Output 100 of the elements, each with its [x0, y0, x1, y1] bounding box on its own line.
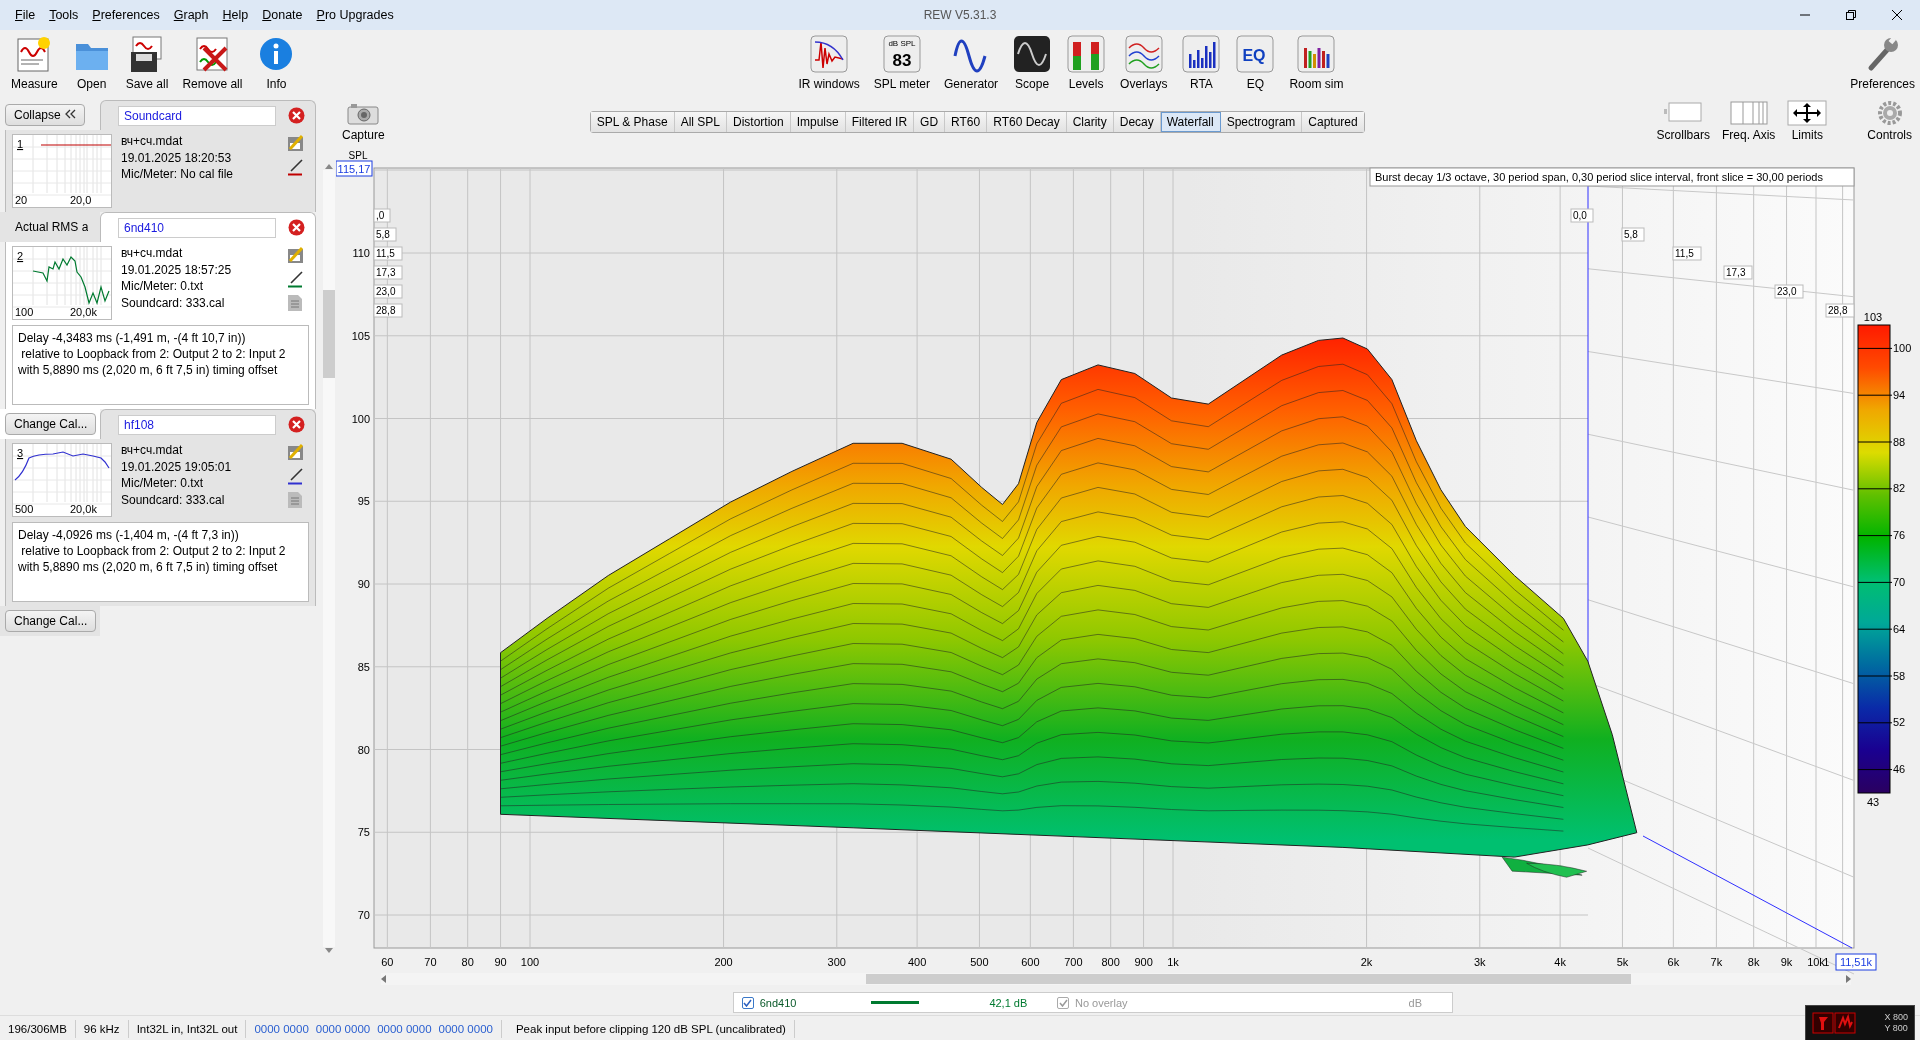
- level-readout: 0000 0000: [254, 1022, 309, 1035]
- toolbar-button[interactable]: Room sim: [1284, 34, 1349, 91]
- graph-tab[interactable]: RT60 Decay: [987, 112, 1067, 132]
- bar-chart-icon: [1296, 34, 1337, 74]
- graph-tool-button[interactable]: Freq. Axis: [1719, 100, 1778, 142]
- toolbar-button[interactable]: Open: [66, 34, 117, 91]
- checkbox[interactable]: [742, 996, 754, 1009]
- toolbar-button[interactable]: EQ EQ: [1230, 34, 1281, 91]
- axis-label: 20,0k: [70, 306, 97, 318]
- document-icon[interactable]: [287, 294, 303, 312]
- scale-label: 46: [1893, 763, 1906, 776]
- measurement-tab[interactable]: hf108: [100, 409, 316, 439]
- measurement-tab[interactable]: Soundcard: [100, 100, 316, 130]
- icon-caption: EQ: [1242, 47, 1266, 64]
- toolbar-button[interactable]: dB SPL 83 SPL meter: [868, 34, 936, 91]
- graph-tab[interactable]: Captured: [1302, 112, 1364, 132]
- axis-label: 200: [714, 956, 733, 968]
- chart-pencil-icon[interactable]: [287, 246, 305, 264]
- axis-label: 70: [357, 909, 370, 921]
- menu-item[interactable]: File: [8, 8, 43, 22]
- graph-tab[interactable]: GD: [914, 112, 946, 132]
- toolbar-button[interactable]: Measure: [6, 34, 63, 91]
- toolbar-button[interactable]: RTA: [1176, 34, 1227, 91]
- axis-label: 110: [352, 247, 370, 259]
- toolbar-button[interactable]: Save all: [120, 34, 174, 91]
- pen-icon[interactable]: [287, 467, 305, 485]
- axis-max-label: 11,51k: [1835, 953, 1877, 971]
- horizontal-scrollbar[interactable]: [381, 973, 1851, 985]
- change-cal-button[interactable]: Change Cal...: [5, 610, 97, 632]
- toolbar-button[interactable]: IR windows: [793, 34, 865, 91]
- graph-tab[interactable]: Decay: [1113, 112, 1161, 132]
- menu-item[interactable]: Help: [215, 8, 256, 22]
- graph-tab[interactable]: SPL & Phase: [590, 112, 675, 132]
- graph-tool-button[interactable]: Limits: [1785, 100, 1830, 142]
- mic-calibration: Mic/Meter: No cal file: [121, 167, 235, 183]
- axis-label: 300: [827, 956, 846, 968]
- graph-tab[interactable]: All SPL: [674, 112, 727, 132]
- camera-icon: [347, 103, 380, 125]
- menu-item[interactable]: Tools: [42, 8, 86, 22]
- memory-status: 196/306MB: [0, 1019, 76, 1038]
- graph-tab[interactable]: Waterfall: [1160, 112, 1221, 132]
- toolbar-button[interactable]: Scope: [1007, 34, 1058, 91]
- slice-label: 28,8: [373, 303, 403, 318]
- bar-graph-icon: [1181, 34, 1222, 74]
- chart-pencil-icon[interactable]: [287, 134, 305, 152]
- note-line: relative to Loopback from 2: Output 2 to 2: Input 2: [20, 346, 287, 362]
- toolbar-button[interactable]: Info: [251, 34, 302, 91]
- slice-label: 11,5: [373, 246, 403, 261]
- note-line: Delay -4,3483 ms (-1,491 m, -(4 ft 10,7 in)): [18, 330, 247, 346]
- capture-button[interactable]: Capture: [336, 100, 385, 142]
- pen-icon[interactable]: [287, 270, 305, 288]
- graph-tool-button[interactable]: Controls: [1865, 100, 1914, 142]
- chart-pencil-icon[interactable]: [287, 443, 305, 461]
- delete-icon[interactable]: [288, 107, 305, 124]
- name-field[interactable]: Soundcard: [118, 105, 276, 126]
- close-icon: [1892, 10, 1902, 20]
- toolbar-button[interactable]: Preferences: [1845, 34, 1920, 91]
- graph-tab[interactable]: Spectrogram: [1220, 112, 1303, 132]
- axis-unit: SPL: [348, 150, 368, 161]
- toolbar-button[interactable]: Levels: [1061, 34, 1112, 91]
- note-line: Delay -4,0926 ms (-1,404 m, -(4 ft 7,3 in)): [18, 527, 240, 543]
- delete-icon[interactable]: [288, 416, 305, 433]
- delete-icon[interactable]: [288, 219, 305, 236]
- menu-item[interactable]: Donate: [255, 8, 310, 22]
- document-icon[interactable]: [287, 491, 303, 509]
- toolbar-button[interactable]: Generator: [939, 34, 1004, 91]
- file-name: вч+сч.mdat: [121, 443, 184, 459]
- axis-label: 85: [357, 660, 370, 673]
- soundcard-calibration: Soundcard: 333.cal: [121, 492, 226, 508]
- toolbar-button[interactable]: Overlays: [1115, 34, 1173, 91]
- axis-label: 7k: [1710, 956, 1723, 968]
- name-field[interactable]: hf108: [118, 414, 276, 435]
- toolbar-button[interactable]: Remove all: [177, 34, 248, 91]
- change-cal-button[interactable]: Change Cal...: [5, 413, 97, 435]
- level-readout: 0000 0000: [377, 1022, 432, 1035]
- pen-icon[interactable]: [287, 158, 305, 176]
- graph-tab[interactable]: RT60: [945, 112, 988, 132]
- graph-tab[interactable]: Clarity: [1066, 112, 1114, 132]
- slice-label: 5,8: [1621, 227, 1645, 242]
- graph-info: Burst decay 1/3 octave, 30 period span, 0,30 period slice interval, front slice = 30,00 periods: [1369, 167, 1855, 187]
- menu-item[interactable]: Preferences: [85, 8, 167, 22]
- graph-tab[interactable]: Distortion: [727, 112, 791, 132]
- menu-item[interactable]: Graph: [166, 8, 216, 22]
- collapse-button[interactable]: Collapse: [5, 104, 86, 126]
- graph-tool-button[interactable]: Scrollbars: [1654, 100, 1712, 142]
- down-arrow-icon[interactable]: [324, 947, 334, 955]
- menu-item[interactable]: Pro Upgrades: [309, 8, 401, 22]
- scale-label: 88: [1893, 435, 1906, 448]
- double-chevron-icon: [64, 109, 77, 119]
- vertical-scrollbar[interactable]: [323, 170, 335, 947]
- axis-label: 100: [351, 412, 370, 425]
- axis-label: 6k: [1667, 956, 1680, 968]
- up-arrow-icon[interactable]: [324, 162, 334, 170]
- axis-label: 2k: [1360, 956, 1373, 968]
- axis-label: 400: [907, 956, 927, 968]
- graph-tab[interactable]: Filtered IR: [845, 112, 915, 132]
- axis-label: 3k: [1474, 956, 1486, 968]
- name-field[interactable]: 6nd410: [118, 217, 276, 238]
- graph-tab[interactable]: Impulse: [790, 112, 846, 132]
- measurement-tab[interactable]: 6nd410: [100, 212, 316, 242]
